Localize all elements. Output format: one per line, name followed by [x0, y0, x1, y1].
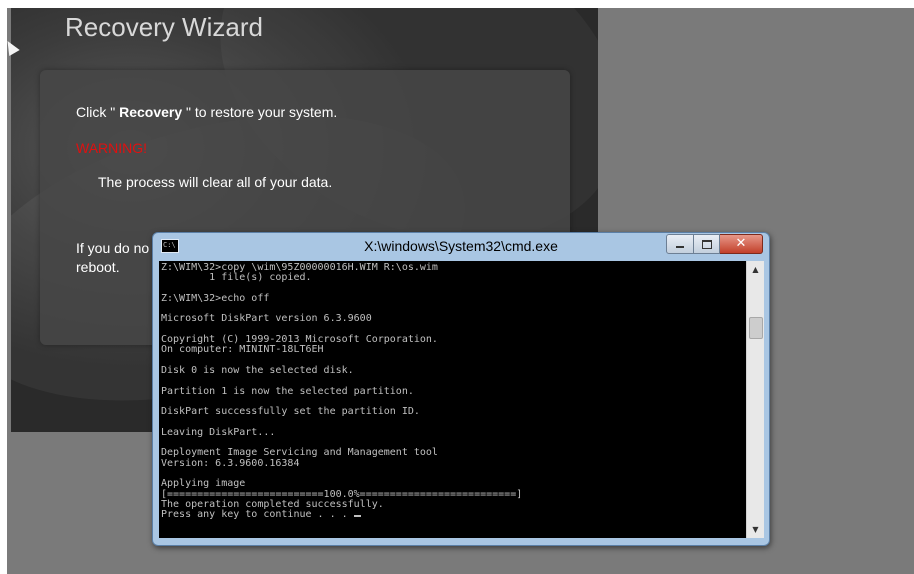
partial-info-text: If you do no	[76, 240, 150, 256]
scroll-up-icon[interactable]: ▲	[747, 261, 764, 278]
console-line: Partition 1 is now the selected partitio…	[161, 385, 414, 397]
console-line: Microsoft DiskPart version 6.3.9600	[161, 313, 372, 325]
close-icon: ✕	[735, 236, 747, 251]
console-line: DiskPart successfully set the partition …	[161, 406, 420, 418]
console-line: 1 file(s) copied.	[161, 272, 312, 284]
warning-detail: The process will clear all of your data.	[98, 174, 333, 190]
vertical-scrollbar[interactable]: ▲ ▼	[746, 261, 764, 538]
console-text: Z:\WIM\32>copy \wim\95Z00000016H.WIM R:\…	[159, 261, 746, 520]
partial-info-text-2: reboot.	[76, 259, 120, 275]
instruction-suffix: " to restore your system.	[182, 104, 338, 120]
scroll-down-icon[interactable]: ▼	[747, 521, 764, 538]
console-line: Z:\WIM\32>echo off	[161, 292, 270, 304]
maximize-icon	[701, 239, 712, 249]
maximize-button[interactable]	[694, 234, 720, 254]
console-line: On computer: MININT-18LT6EH	[161, 344, 324, 356]
instruction-prefix: Click "	[76, 104, 120, 120]
scrollbar-thumb[interactable]	[749, 317, 763, 339]
console-line: Disk 0 is now the selected disk.	[161, 364, 354, 376]
console-output[interactable]: Z:\WIM\32>copy \wim\95Z00000016H.WIM R:\…	[159, 261, 746, 538]
wizard-title: Recovery Wizard	[65, 12, 263, 42]
cmd-titlebar[interactable]: C:\ X:\windows\System32\cmd.exe ✕	[153, 233, 769, 261]
instruction-text: Click " Recovery " to restore your syste…	[76, 104, 337, 120]
window-controls: ✕	[666, 234, 763, 254]
warning-label: WARNING!	[76, 140, 148, 156]
minimize-icon	[676, 246, 684, 248]
console-cursor	[353, 515, 361, 518]
cmd-window[interactable]: C:\ X:\windows\System32\cmd.exe ✕ Z:\WIM…	[152, 232, 770, 546]
instruction-recovery-keyword: Recovery	[119, 104, 183, 120]
close-button[interactable]: ✕	[720, 234, 763, 254]
console-line: Press any key to continue . . .	[161, 509, 354, 521]
console-line: Version: 6.3.9600.16384	[161, 457, 300, 469]
minimize-button[interactable]	[666, 234, 694, 254]
console-line: Leaving DiskPart...	[161, 426, 276, 438]
